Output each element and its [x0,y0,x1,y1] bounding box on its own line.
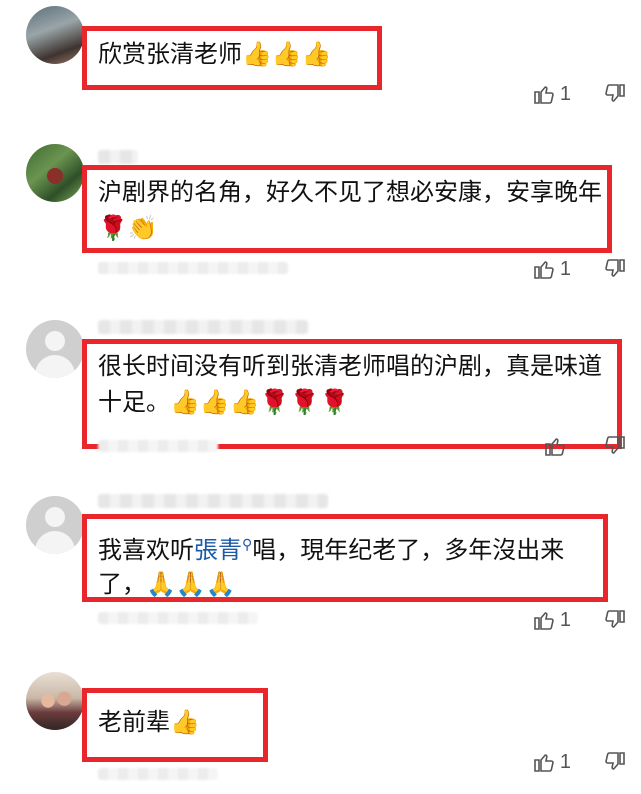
username-blurred [98,320,308,334]
like-button[interactable]: 1 [532,257,571,281]
like-count: 1 [559,608,571,631]
comment-text: 我喜欢听張青⚲唱，現年纪老了，多年沒出来了，🙏🙏🙏 [98,528,606,601]
avatar[interactable] [26,496,84,554]
avatar[interactable] [26,672,84,730]
folded-hands-emoji: 🙏 [205,570,236,598]
comment-text-content: 欣赏张清老师 [98,40,242,68]
comment-text-content: 老前辈 [98,708,170,736]
comment-text: 欣赏张清老师👍👍👍 [98,36,606,72]
thumbs-up-emoji: 👍 [301,40,332,68]
like-button[interactable] [543,434,571,458]
avatar[interactable] [26,6,84,64]
avatar[interactable] [26,320,84,378]
comment-text: 很长时间没有听到张清老师唱的沪剧，真是味道十足。👍👍👍🌹🌹🌹 [98,348,606,420]
thumbs-up-emoji: 👍 [170,388,200,416]
comment-actions: 1 [532,257,627,281]
clapping-hands-emoji: 👏 [127,214,158,242]
thumbs-down-outline-icon[interactable] [603,434,627,458]
thumbs-up-emoji: 👍 [229,388,260,416]
timestamp-blurred [98,612,258,624]
thumbs-up-outline-icon [543,434,567,458]
folded-hands-emoji: 🙏 [146,570,176,598]
search-icon[interactable]: ⚲ [242,537,252,553]
thumbs-up-emoji: 👍 [242,40,272,68]
thumbs-up-outline-icon [532,82,556,106]
comment-actions [543,434,627,458]
thumbs-up-emoji: 👍 [199,388,230,416]
avatar[interactable] [26,144,84,202]
thumbs-down-outline-icon[interactable] [603,82,627,106]
mention-link[interactable]: 張青 [194,536,242,564]
rose-emoji: 🌹 [98,214,128,242]
thumbs-up-outline-icon [532,257,556,281]
comment-actions: 1 [532,82,627,106]
thumbs-up-emoji: 👍 [271,40,302,68]
comment-actions: 1 [532,750,627,774]
username-blurred [98,150,138,164]
comment-text: 老前辈👍 [98,704,606,740]
folded-hands-emoji: 🙏 [175,570,206,598]
thumbs-up-outline-icon [532,608,556,632]
like-count: 1 [559,750,571,773]
comment-text-content: 我喜欢听 [98,536,194,564]
like-button[interactable]: 1 [532,750,571,774]
timestamp-blurred [98,440,218,452]
thumbs-down-outline-icon[interactable] [603,608,627,632]
username-blurred [98,494,328,508]
like-count: 1 [559,82,571,105]
timestamp-blurred [98,262,288,274]
rose-emoji: 🌹 [319,388,350,416]
timestamp-blurred [98,768,218,780]
thumbs-up-emoji: 👍 [170,708,200,736]
comment-actions: 1 [532,608,627,632]
comment-text-content: 沪剧界的名角，好久不见了想必安康，安享晚年 [98,178,602,206]
like-count: 1 [559,257,571,280]
thumbs-down-outline-icon[interactable] [603,750,627,774]
like-button[interactable]: 1 [532,608,571,632]
rose-emoji: 🌹 [289,388,320,416]
like-button[interactable]: 1 [532,82,571,106]
thumbs-down-outline-icon[interactable] [603,257,627,281]
comment-text: 沪剧界的名角，好久不见了想必安康，安享晚年 🌹👏 [98,174,606,246]
thumbs-up-outline-icon [532,750,556,774]
rose-emoji: 🌹 [259,388,290,416]
